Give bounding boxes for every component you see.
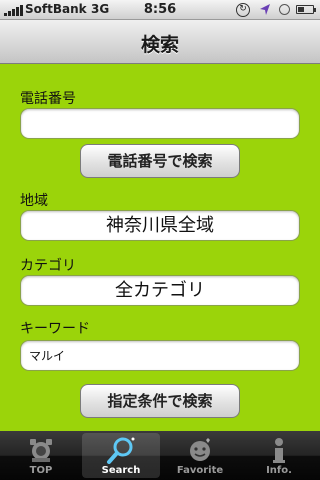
phone-label: 電話番号 [20,91,76,107]
keyword-field[interactable] [20,340,300,371]
tab-bar: TOP Search Favorite Info. [0,431,320,480]
keyword-label: キーワード [20,321,90,337]
status-bar: SoftBank 3G 8:56 ↻ [0,0,320,20]
tab-favorite-label: Favorite [176,465,224,476]
battery-icon [296,5,316,14]
area-select[interactable]: 神奈川県全域 [20,210,300,241]
navigation-bar: 検索 [0,20,320,64]
category-label: カテゴリ [20,258,76,274]
tab-info-label: Info. [266,465,292,476]
alarm-icon [279,4,290,15]
favorite-icon [190,438,210,461]
tab-top[interactable]: TOP [2,433,80,478]
tab-top-label: TOP [29,465,53,476]
magnifier-icon [107,437,135,464]
phone-search-button[interactable]: 電話番号で検索 [80,144,240,178]
phone-field[interactable] [20,108,300,139]
rotation-lock-icon: ↻ [236,3,250,17]
tab-favorite[interactable]: Favorite [161,433,239,478]
condition-search-button[interactable]: 指定条件で検索 [80,384,240,418]
tab-info[interactable]: Info. [240,433,318,478]
page-title: 検索 [140,34,179,56]
keyword-input[interactable] [21,341,299,370]
location-arrow-icon [260,4,270,15]
tab-search[interactable]: Search [82,433,160,478]
status-time: 8:56 [143,2,177,17]
info-icon [273,438,285,463]
category-select[interactable]: 全カテゴリ [20,275,300,306]
top-icon [30,439,52,462]
tab-search-label: Search [101,465,141,476]
area-label: 地域 [20,193,48,209]
phone-input[interactable] [21,109,299,138]
